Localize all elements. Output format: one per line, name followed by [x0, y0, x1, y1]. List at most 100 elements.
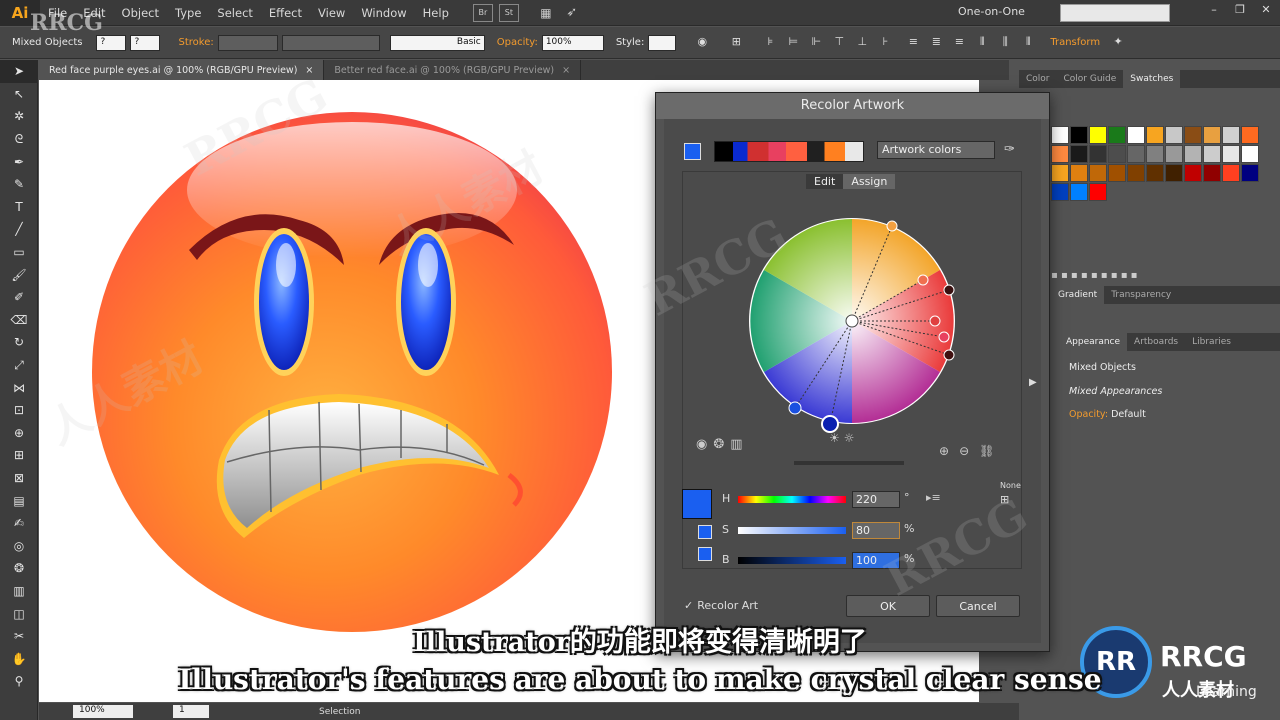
tab-edit[interactable]: Edit [806, 174, 844, 189]
eraser-tool-icon[interactable]: ⌫ [0, 309, 38, 332]
fill-swatch[interactable]: ? [96, 34, 127, 51]
selection-tool-icon[interactable]: ➤ [0, 60, 38, 83]
dialog-title[interactable]: Recolor Artwork [656, 93, 1049, 119]
search-input[interactable] [1060, 4, 1170, 22]
ok-button[interactable]: OK [846, 595, 930, 617]
magic-wand-tool-icon[interactable]: ✲ [0, 105, 38, 128]
eyedropper-tool-icon[interactable]: ✍ [0, 512, 38, 535]
gradient-tool-icon[interactable]: ▤ [0, 489, 38, 512]
show-brightness-icon[interactable]: ☼ [844, 431, 855, 445]
distribute-hcenter-icon[interactable]: ⫼ [997, 35, 1013, 51]
swatch-7[interactable] [1184, 126, 1202, 144]
eyedropper-icon[interactable]: ✑ [1004, 142, 1015, 157]
rectangle-tool-icon[interactable]: ▭ [0, 241, 38, 264]
swatch-15[interactable] [1127, 145, 1145, 163]
opacity-label[interactable]: Opacity: [497, 37, 538, 48]
tab-close-icon[interactable]: × [562, 65, 570, 76]
current-color-swatch[interactable] [684, 143, 701, 160]
swatch-1[interactable] [1070, 126, 1088, 144]
swatch-27[interactable] [1146, 164, 1164, 182]
menu-help[interactable]: Help [415, 6, 457, 20]
symbol-sprayer-tool-icon[interactable]: ❂ [0, 557, 38, 580]
tab-color[interactable]: Color [1019, 70, 1057, 88]
tab-swatches[interactable]: Swatches [1123, 70, 1181, 88]
brightness-slider[interactable] [794, 461, 904, 465]
perspective-grid-tool-icon[interactable]: ⊞ [0, 444, 38, 467]
swatch-25[interactable] [1108, 164, 1126, 182]
tab-close-icon[interactable]: × [305, 65, 313, 76]
paintbrush-tool-icon[interactable]: 🖌 [0, 263, 38, 286]
align-bottom-icon[interactable]: ⊦ [877, 35, 893, 51]
shaper-tool-icon[interactable]: ✐ [0, 286, 38, 309]
rotate-tool-icon[interactable]: ↻ [0, 331, 38, 354]
swatch-8[interactable] [1203, 126, 1221, 144]
swatch-18[interactable] [1184, 145, 1202, 163]
web-safe-swatch[interactable] [698, 547, 712, 561]
hue-field[interactable]: 220 [852, 491, 900, 508]
tab-appearance[interactable]: Appearance [1059, 333, 1128, 351]
mesh-tool-icon[interactable]: ⊠ [0, 467, 38, 490]
distribute-bottom-icon[interactable]: ≡ [951, 35, 967, 51]
free-transform-tool-icon[interactable]: ⊡ [0, 399, 38, 422]
stroke-weight-field[interactable] [217, 34, 278, 51]
tab-gradient[interactable]: Gradient [1051, 286, 1105, 304]
status-mode[interactable]: Selection [319, 707, 360, 717]
swatch-21[interactable] [1241, 145, 1259, 163]
stroke-label[interactable]: Stroke: [178, 37, 213, 48]
swatch-28[interactable] [1165, 164, 1183, 182]
menu-type[interactable]: Type [167, 6, 209, 20]
swatch-10[interactable] [1241, 126, 1259, 144]
type-tool-icon[interactable]: T [0, 196, 38, 219]
menu-view[interactable]: View [310, 6, 353, 20]
out-of-gamut-swatch[interactable] [698, 525, 712, 539]
minimize-icon[interactable]: – [1204, 3, 1224, 19]
swatch-19[interactable] [1203, 145, 1221, 163]
menu-icon[interactable]: ▸≡ [926, 491, 941, 504]
brightness-value-slider[interactable] [738, 557, 846, 564]
swatch-32[interactable] [1241, 164, 1259, 182]
lasso-tool-icon[interactable]: ᘓ [0, 128, 38, 151]
pen-tool-icon[interactable]: ✒ [0, 150, 38, 173]
recolor-icon[interactable]: ◉ [694, 35, 710, 51]
swatch-20[interactable] [1222, 145, 1240, 163]
tab-libraries[interactable]: Libraries [1185, 333, 1238, 351]
saturation-slider[interactable] [738, 527, 846, 534]
swatch-grid[interactable] [1051, 126, 1263, 201]
scale-tool-icon[interactable]: ⤢ [0, 354, 38, 377]
swatch-17[interactable] [1165, 145, 1183, 163]
saturation-field[interactable]: 80 [852, 522, 900, 539]
swatch-31[interactable] [1222, 164, 1240, 182]
menu-select[interactable]: Select [209, 6, 260, 20]
tab-color-guide[interactable]: Color Guide [1057, 70, 1124, 88]
add-color-tool-icon[interactable]: ⊕ [939, 444, 949, 458]
gpu-rocket-icon[interactable]: ➶ [562, 4, 582, 22]
tab-transparency[interactable]: Transparency [1104, 286, 1178, 304]
swatch-0[interactable] [1051, 126, 1069, 144]
swatch-12[interactable] [1070, 145, 1088, 163]
distribute-right-icon[interactable]: ⫴ [1020, 35, 1036, 51]
align-vcenter-icon[interactable]: ⊥ [854, 35, 870, 51]
transform-link[interactable]: Transform [1050, 37, 1100, 48]
remove-color-tool-icon[interactable]: ⊖ [959, 444, 969, 458]
swatch-2[interactable] [1089, 126, 1107, 144]
isolate-icon[interactable]: ✦ [1110, 35, 1126, 51]
artboard-number-field[interactable]: 1 [173, 705, 209, 718]
brush-definition[interactable]: Basic [389, 34, 485, 51]
active-color-swatch[interactable] [682, 489, 712, 519]
stock-button[interactable]: St [498, 3, 519, 22]
align-left-icon[interactable]: ⊧ [762, 35, 778, 51]
stroke-swatch[interactable]: ? [130, 34, 161, 51]
menu-file[interactable]: File [40, 6, 75, 20]
recolor-art-row[interactable]: ✓ Recolor Art [684, 599, 758, 612]
workspace-switcher[interactable]: One-on-One [958, 5, 1025, 18]
appearance-opacity-row[interactable]: Opacity: Default [1069, 409, 1146, 420]
blend-tool-icon[interactable]: ◎ [0, 534, 38, 557]
appearance-mixed[interactable]: Mixed Appearances [1069, 386, 1162, 397]
line-tool-icon[interactable]: ╱ [0, 218, 38, 241]
distribute-vcenter-icon[interactable]: ≣ [928, 35, 944, 51]
color-bars-icon[interactable]: ▥ [730, 437, 742, 452]
curvature-tool-icon[interactable]: ✎ [0, 173, 38, 196]
tab-artboards[interactable]: Artboards [1127, 333, 1185, 351]
swatch-13[interactable] [1089, 145, 1107, 163]
swatch-footer-icons[interactable]: ▪ ▪ ▪ ▪ ▪ ▪ ▪ ▪ ▪ [1051, 270, 1280, 284]
